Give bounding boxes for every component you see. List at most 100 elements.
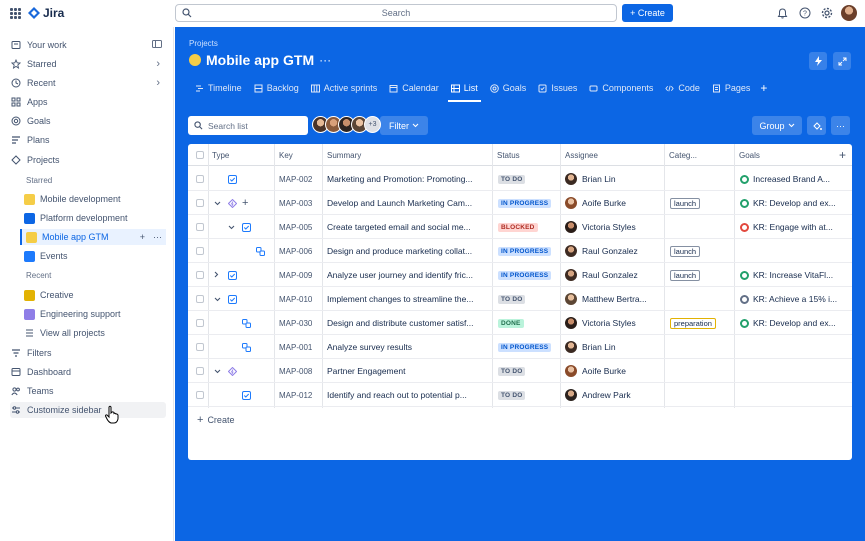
issue-summary[interactable]: Marketing and Promotion: Promoting... <box>327 174 473 184</box>
assignee-name[interactable]: Victoria Styles <box>582 222 636 232</box>
assignee-name[interactable]: Victoria Styles <box>582 318 636 328</box>
row-checkbox[interactable] <box>196 175 204 183</box>
sidebar-project-mobile-development[interactable]: Mobile development <box>24 191 166 207</box>
table-row[interactable]: MAP-030 Design and distribute customer sa… <box>188 311 852 335</box>
view-all-projects-link[interactable]: View all projects <box>24 325 166 341</box>
tab-list[interactable]: List <box>445 79 484 102</box>
assignee-avatar-filter[interactable]: +3 <box>312 116 381 133</box>
issue-summary[interactable]: Identify and reach out to potential p... <box>327 390 467 400</box>
tab-code[interactable]: Code <box>659 79 706 97</box>
add-column-button[interactable]: + <box>839 148 846 162</box>
jira-logo[interactable]: Jira <box>28 6 64 20</box>
status-badge[interactable]: DONE <box>498 318 524 328</box>
status-badge[interactable]: TO DO <box>498 390 526 400</box>
sidebar-project-mobile-app-gtm[interactable]: Mobile app GTM + ··· <box>20 229 166 245</box>
table-row[interactable]: MAP-008 Partner Engagement TO DO Aoife Burk… <box>188 359 852 383</box>
issue-summary[interactable]: Analyze user journey and identify fric..… <box>327 270 473 280</box>
row-checkbox[interactable] <box>196 367 204 375</box>
global-search-input[interactable]: Search <box>175 4 617 22</box>
issue-key[interactable]: MAP-012 <box>279 391 312 400</box>
assignee-name[interactable]: Raul Gonzalez <box>582 270 638 280</box>
column-header-summary[interactable]: Summary <box>327 151 361 160</box>
status-badge[interactable]: IN PROGRESS <box>498 342 552 352</box>
assignee-name[interactable]: Aoife Burke <box>582 198 626 208</box>
issue-summary[interactable]: Develop and Launch Marketing Cam... <box>327 198 472 208</box>
sidebar-project-platform-development[interactable]: Platform development <box>24 210 166 226</box>
status-badge[interactable]: IN PROGRESS <box>498 246 552 256</box>
filter-button[interactable]: Filter <box>380 116 428 135</box>
tab-calendar[interactable]: Calendar <box>383 79 445 97</box>
goal-label[interactable]: KR: Engage with at... <box>753 222 833 232</box>
issue-summary[interactable]: Create targeted email and social me... <box>327 222 471 232</box>
plus-icon[interactable]: + <box>140 232 145 242</box>
create-issue-button[interactable]: + Create <box>197 414 234 426</box>
table-row[interactable]: MAP-001 Analyze survey results IN PROGRESS… <box>188 335 852 359</box>
category-tag[interactable]: launch <box>670 197 701 209</box>
row-checkbox[interactable] <box>196 343 204 351</box>
tab-backlog[interactable]: Backlog <box>248 79 305 97</box>
goal-label[interactable]: KR: Develop and ex... <box>753 318 836 328</box>
table-row[interactable]: MAP-010 Implement changes to streamline t… <box>188 287 852 311</box>
status-badge[interactable]: TO DO <box>498 174 526 184</box>
issue-key[interactable]: MAP-009 <box>279 271 312 280</box>
row-checkbox[interactable] <box>196 319 204 327</box>
column-header-key[interactable]: Key <box>279 151 293 160</box>
issue-key[interactable]: MAP-008 <box>279 367 312 376</box>
add-tab-button[interactable]: + <box>756 81 767 95</box>
assignee-name[interactable]: Aoife Burke <box>582 366 626 376</box>
create-button[interactable]: + Create <box>622 4 673 22</box>
issue-key[interactable]: MAP-005 <box>279 223 312 232</box>
issue-key[interactable]: MAP-001 <box>279 343 312 352</box>
sidebar-project-creative[interactable]: Creative <box>24 287 166 303</box>
automation-button[interactable] <box>809 52 827 70</box>
row-checkbox[interactable] <box>196 391 204 399</box>
profile-avatar[interactable] <box>841 5 857 21</box>
select-all-checkbox[interactable] <box>196 151 204 159</box>
row-checkbox[interactable] <box>196 199 204 207</box>
status-badge[interactable]: BLOCKED <box>498 222 538 232</box>
table-row[interactable]: MAP-002 Marketing and Promotion: Promotin… <box>188 167 852 191</box>
row-checkbox[interactable] <box>196 247 204 255</box>
sidebar-item-dashboard[interactable]: Dashboard <box>10 364 166 380</box>
issue-key[interactable]: MAP-003 <box>279 199 312 208</box>
chevron-down-icon[interactable] <box>214 366 221 376</box>
issue-summary[interactable]: Design and produce marketing collat... <box>327 246 472 256</box>
table-row[interactable]: + MAP-003 Develop and Launch Marketing Cam… <box>188 191 852 215</box>
goal-label[interactable]: KR: Develop and ex... <box>753 198 836 208</box>
sidebar-panel-icon[interactable] <box>152 40 162 50</box>
category-tag[interactable]: launch <box>670 269 701 281</box>
tab-components[interactable]: Components <box>583 79 659 97</box>
chevron-down-icon[interactable] <box>214 294 221 304</box>
tab-goals[interactable]: Goals <box>484 79 533 97</box>
status-badge[interactable]: IN PROGRESS <box>498 198 552 208</box>
status-badge[interactable]: TO DO <box>498 294 526 304</box>
row-checkbox[interactable] <box>196 295 204 303</box>
sidebar-item-goals[interactable]: Goals <box>10 113 166 129</box>
issue-key[interactable]: MAP-002 <box>279 175 312 184</box>
category-tag[interactable]: launch <box>670 245 701 257</box>
sidebar-item-teams[interactable]: Teams <box>10 383 166 399</box>
more-actions-button[interactable]: ··· <box>319 53 331 67</box>
issue-summary[interactable]: Design and distribute customer satisf... <box>327 318 473 328</box>
table-row[interactable]: MAP-006 Design and produce marketing coll… <box>188 239 852 263</box>
sidebar-project-events[interactable]: Events <box>24 248 166 264</box>
assignee-name[interactable]: Andrew Park <box>582 390 631 400</box>
column-header-category[interactable]: Categ... <box>669 151 697 160</box>
breadcrumb[interactable]: Projects <box>189 39 218 48</box>
column-header-status[interactable]: Status <box>497 151 520 160</box>
issue-summary[interactable]: Analyze survey results <box>327 342 412 352</box>
status-badge[interactable]: IN PROGRESS <box>498 270 552 280</box>
settings-icon[interactable] <box>819 6 834 21</box>
table-row[interactable]: MAP-012 Identify and reach out to potenti… <box>188 383 852 407</box>
sidebar-project-engineering-support[interactable]: Engineering support <box>24 306 166 322</box>
table-row[interactable]: MAP-005 Create targeted email and social … <box>188 215 852 239</box>
tab-active-sprints[interactable]: Active sprints <box>305 79 384 97</box>
sidebar-item-your-work[interactable]: Your work <box>10 37 166 53</box>
issue-key[interactable]: MAP-006 <box>279 247 312 256</box>
more-avatars-count[interactable]: +3 <box>364 116 381 133</box>
column-header-assignee[interactable]: Assignee <box>565 151 598 160</box>
status-badge[interactable]: TO DO <box>498 366 526 376</box>
chevron-down-icon[interactable] <box>214 198 221 208</box>
assignee-name[interactable]: Brian Lin <box>582 174 616 184</box>
list-search-input[interactable]: Search list <box>188 116 308 135</box>
